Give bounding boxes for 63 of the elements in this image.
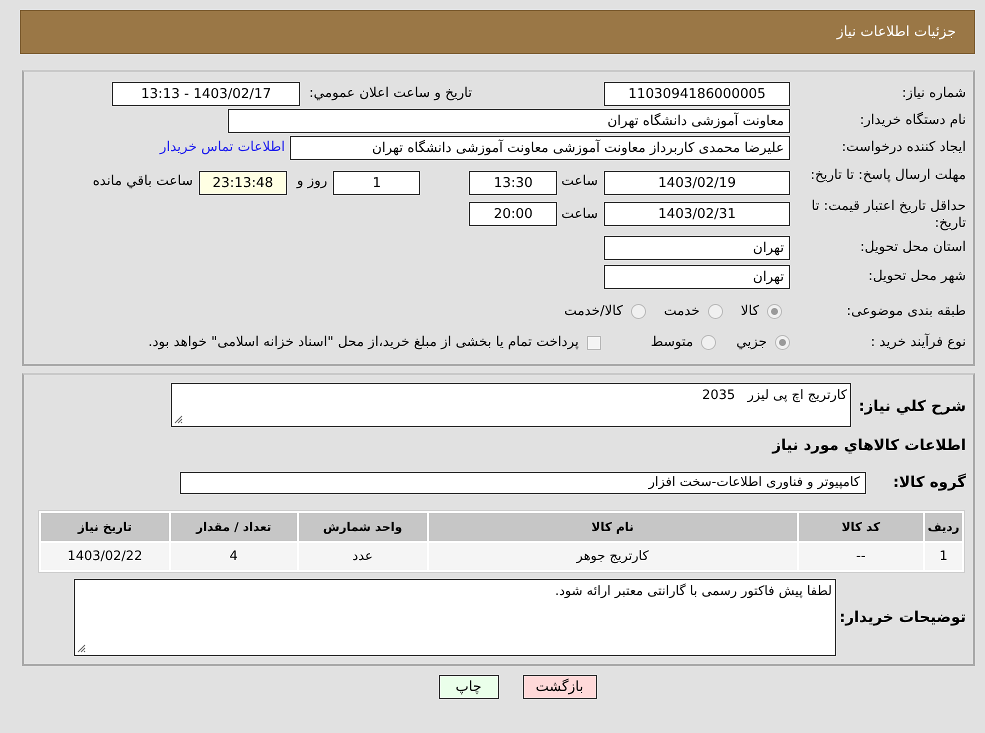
text-field[interactable]: تهران <box>604 264 790 288</box>
text-field[interactable]: 23:13:48 <box>198 171 287 195</box>
radio-button[interactable] <box>701 335 716 350</box>
text-field[interactable]: علیرضا محمدی کاربرداز معاونت آموزشی معاونت آموزشی دانشگاه تهران <box>290 136 790 160</box>
field-label: گروه کالا: <box>892 472 966 494</box>
option-label: کالا <box>740 302 759 322</box>
field-label: ساعت <box>561 172 598 191</box>
radio-button[interactable] <box>775 335 790 350</box>
option-label: خدمت <box>664 302 700 322</box>
option-label: متوسط <box>650 333 694 352</box>
field-label: ساعت <box>561 205 598 224</box>
field-label: توضیحات خریدار: <box>838 607 966 628</box>
field-label: شهر محل تحویل: <box>867 268 966 285</box>
field-label: مهلت ارسال پاسخ: تا تاریخ: <box>809 167 966 184</box>
field-label: حداقل تاریخ اعتبار قیمت: تا تاریخ: <box>810 198 966 232</box>
table-cell: 4 <box>170 543 297 570</box>
field-label: استان محل تحویل: <box>859 239 966 256</box>
option-label: جزيي <box>736 333 767 352</box>
resize-grip-icon[interactable] <box>77 644 86 653</box>
text-field[interactable]: 1 <box>333 171 420 195</box>
text-field[interactable]: تهران <box>604 236 790 260</box>
field-label: شماره نیاز: <box>900 85 966 102</box>
treasury-note: پرداخت تمام یا بخشی از مبلغ خرید،از محل "اسناد خزانه اسلامی" خواهد بود. <box>148 333 579 352</box>
contact-link[interactable]: اطلاعات تماس خریدار <box>160 137 285 158</box>
page-title: جزئیات اطلاعات نیاز <box>836 22 956 42</box>
back-button[interactable]: بازگشت <box>522 675 596 699</box>
table-cell: 1 <box>925 543 962 570</box>
text-field[interactable]: معاونت آموزشی دانشگاه تهران <box>228 108 790 132</box>
table-cell: عدد <box>298 543 427 570</box>
text-area[interactable]: لطفا پیش فاکتور رسمی با گارانتی معتبر ارائه شود. <box>74 579 836 656</box>
table-cell: کارتریج جوهر <box>428 543 797 570</box>
column-header: ردیف <box>925 513 962 541</box>
field-label: طبقه بندی موضوعی: <box>846 303 966 320</box>
text-field[interactable]: 20:00 <box>469 202 558 226</box>
text-field[interactable]: 1103094186000005 <box>604 82 790 106</box>
text-area[interactable]: کارتریج اچ پی لیزر 2035 <box>171 383 851 427</box>
field-label: روز و <box>296 172 328 191</box>
field-label: ایجاد کننده درخواست: <box>840 139 966 156</box>
field-label: تاريخ و ساعت اعلان عمومي: <box>309 84 472 104</box>
text-field[interactable]: 1403/02/17 - 13:13 <box>112 82 300 106</box>
table-cell: -- <box>798 543 924 570</box>
checkbox[interactable] <box>586 336 601 350</box>
column-header: تعداد / مقدار <box>170 513 297 541</box>
radio-button[interactable] <box>708 304 723 319</box>
column-header: تاریخ نیاز <box>41 513 169 541</box>
print-button[interactable]: چاپ <box>438 675 498 699</box>
section-heading: اطلاعات كالاهاي مورد نياز <box>772 435 966 456</box>
text-field[interactable]: 1403/02/31 <box>604 202 790 226</box>
column-header: کد کالا <box>798 513 924 541</box>
radio-button[interactable] <box>630 304 646 319</box>
resize-grip-icon[interactable] <box>174 415 183 424</box>
radio-button[interactable] <box>767 304 782 319</box>
text-field[interactable]: کامپیوتر و فناوری اطلاعات-سخت افزار <box>180 472 866 494</box>
text-field[interactable]: 1403/02/19 <box>604 171 790 195</box>
column-header: واحد شمارش <box>298 513 427 541</box>
field-label: نوع فرآیند خرید : <box>870 334 966 351</box>
field-label: نام دستگاه خریدار: <box>858 112 966 129</box>
column-header: نام کالا <box>428 513 797 541</box>
field-label: ساعت باقي مانده <box>92 172 193 191</box>
text-field[interactable]: 13:30 <box>469 171 558 195</box>
field-label: شرح كلي نياز: <box>858 396 966 417</box>
option-label: کالا/خدمت <box>564 302 623 322</box>
table-cell: 1403/02/22 <box>41 543 169 570</box>
